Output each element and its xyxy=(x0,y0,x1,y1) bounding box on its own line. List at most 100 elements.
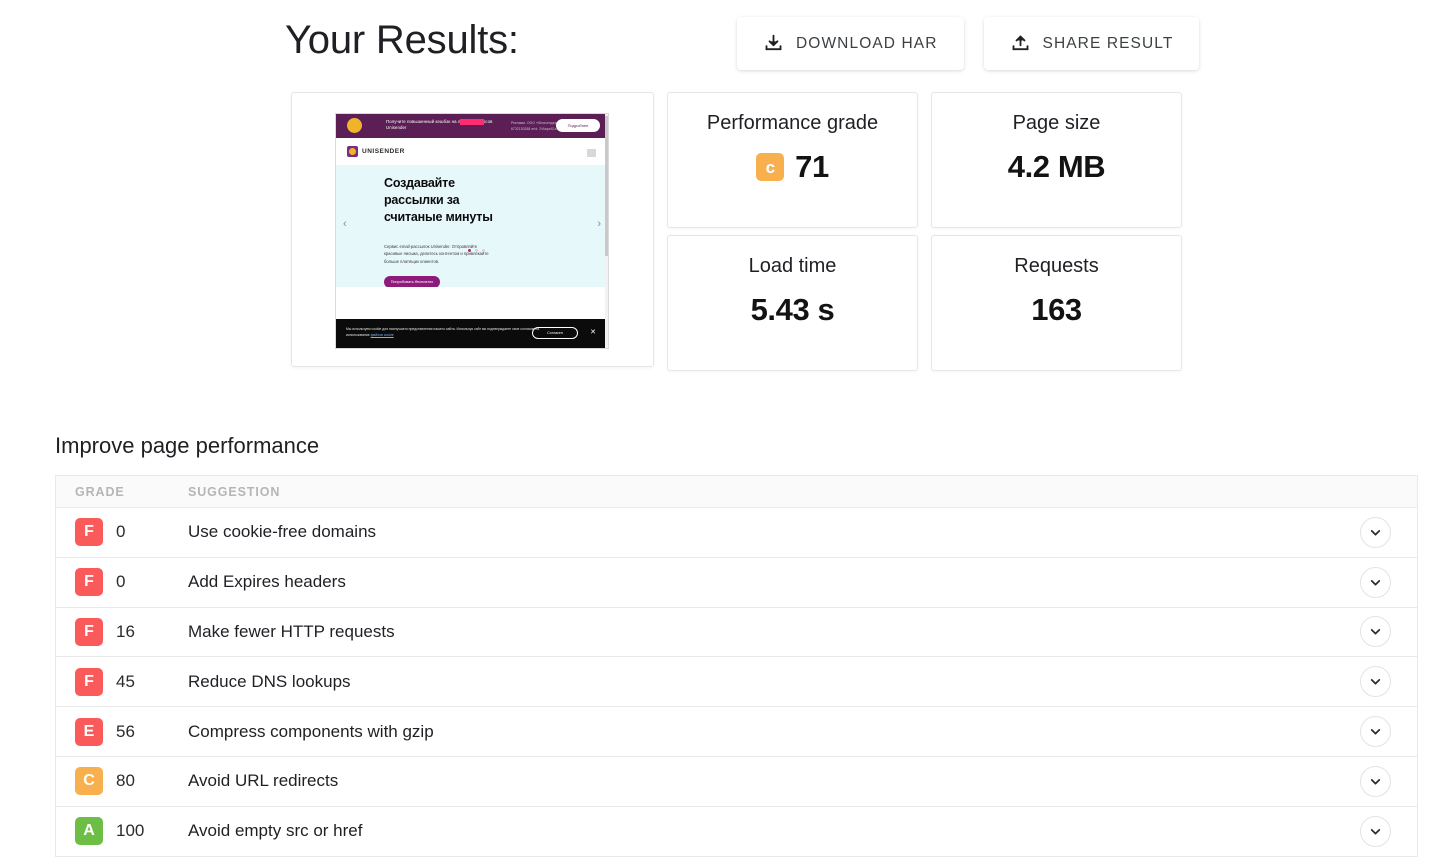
table-row[interactable]: F 45 Reduce DNS lookups xyxy=(56,657,1417,707)
thumb-carousel-prev-icon: ‹ xyxy=(343,219,347,230)
row-grade-cell: A 100 xyxy=(56,817,171,845)
grade-score: 16 xyxy=(116,622,135,642)
page-size-label: Page size xyxy=(932,112,1181,135)
thumb-cookie-accept-button: Согласен xyxy=(532,327,578,339)
thumb-hamburger-icon xyxy=(587,149,596,157)
share-upload-icon xyxy=(1010,33,1031,54)
download-icon xyxy=(763,33,784,54)
chevron-down-icon[interactable] xyxy=(1360,816,1391,847)
chevron-down-icon[interactable] xyxy=(1360,716,1391,747)
performance-grade-number: 71 xyxy=(795,149,829,185)
grade-score: 0 xyxy=(116,522,125,542)
grade-badge: F xyxy=(75,618,103,646)
row-suggestion-text: Reduce DNS lookups xyxy=(171,672,1333,692)
table-row[interactable]: A 100 Avoid empty src or href xyxy=(56,807,1417,857)
thumb-promo-highlight xyxy=(460,119,484,125)
requests-label: Requests xyxy=(932,255,1181,278)
chevron-down-icon[interactable] xyxy=(1360,517,1391,548)
thumb-scrollbar xyxy=(605,114,608,349)
suggestions-section-title: Improve page performance xyxy=(55,433,319,459)
thumb-navbar: UNISENDER xyxy=(336,138,608,165)
stat-card-performance-grade: Performance grade c 71 xyxy=(667,92,918,228)
table-row[interactable]: C 80 Avoid URL redirects xyxy=(56,757,1417,807)
stat-card-load-time: Load time 5.43 s xyxy=(667,235,918,371)
thumb-carousel-dots xyxy=(468,249,485,252)
thumb-body-spacer xyxy=(336,287,608,322)
grade-badge: C xyxy=(75,767,103,795)
row-toggle-cell xyxy=(1333,517,1417,548)
chevron-down-icon[interactable] xyxy=(1360,567,1391,598)
grade-score: 80 xyxy=(116,771,135,791)
load-time-value: 5.43 s xyxy=(668,292,917,328)
thumb-cookie-close-icon: ✕ xyxy=(590,329,596,336)
performance-grade-value-row: c 71 xyxy=(668,149,917,185)
row-grade-cell: F0 xyxy=(56,568,171,596)
row-suggestion-text: Avoid empty src or href xyxy=(171,821,1333,841)
grade-score: 56 xyxy=(116,722,135,742)
site-thumbnail-image: Получите повышенный кешбэк на любой из к… xyxy=(335,113,609,349)
page-title: Your Results: xyxy=(285,14,519,66)
thumb-hero-heading: Создавайте рассылки за считаные минуты xyxy=(384,175,494,226)
table-row[interactable]: E 56 Compress components with gzip xyxy=(56,707,1417,757)
row-grade-cell: F 16 xyxy=(56,618,171,646)
row-grade-cell: C 80 xyxy=(56,767,171,795)
row-toggle-cell xyxy=(1333,567,1417,598)
download-har-button[interactable]: DOWNLOAD HAR xyxy=(737,17,964,70)
row-toggle-cell xyxy=(1333,816,1417,847)
row-suggestion-text: Compress components with gzip xyxy=(171,722,1333,742)
thumb-hero: ‹ › Создавайте рассылки за считаные мину… xyxy=(336,165,608,287)
row-grade-cell: E 56 xyxy=(56,718,171,746)
row-suggestion-text: Use cookie-free domains xyxy=(171,522,1333,542)
suggestions-table: GRADE SUGGESTION F0Use cookie-free domai… xyxy=(55,475,1418,857)
thumb-dot xyxy=(475,249,478,252)
chevron-down-icon[interactable] xyxy=(1360,616,1391,647)
row-toggle-cell xyxy=(1333,716,1417,747)
column-header-suggestion: SUGGESTION xyxy=(171,485,1417,499)
thumb-cookie-banner: Мы используем cookie для наилучшего пред… xyxy=(336,319,608,348)
grade-badge: F xyxy=(75,668,103,696)
row-toggle-cell xyxy=(1333,666,1417,697)
chevron-down-icon[interactable] xyxy=(1360,666,1391,697)
grade-badge: F xyxy=(75,568,103,596)
thumb-promo-bar: Получите повышенный кешбэк на любой из к… xyxy=(336,114,608,138)
thumb-cookie-text: Мы используем cookie для наилучшего пред… xyxy=(346,326,541,338)
row-suggestion-text: Avoid URL redirects xyxy=(171,771,1333,791)
row-toggle-cell xyxy=(1333,766,1417,797)
grade-score: 0 xyxy=(116,572,125,592)
table-row[interactable]: F 16 Make fewer HTTP requests xyxy=(56,608,1417,658)
site-thumbnail-card[interactable]: Получите повышенный кешбэк на любой из к… xyxy=(291,92,654,367)
thumb-brand-label: UNISENDER xyxy=(362,148,405,155)
performance-grade-label: Performance grade xyxy=(668,112,917,135)
row-suggestion-text: Make fewer HTTP requests xyxy=(171,622,1333,642)
share-result-button[interactable]: SHARE RESULT xyxy=(984,17,1200,70)
row-toggle-cell xyxy=(1333,616,1417,647)
thumb-dot xyxy=(482,249,485,252)
row-grade-cell: F 45 xyxy=(56,668,171,696)
thumb-dot-active xyxy=(468,249,471,252)
table-row[interactable]: F0Use cookie-free domains xyxy=(56,508,1417,558)
share-result-label: SHARE RESULT xyxy=(1043,35,1174,53)
grade-score: 45 xyxy=(116,672,135,692)
header-actions: DOWNLOAD HAR SHARE RESULT xyxy=(737,17,1199,70)
performance-grade-badge: c xyxy=(756,153,784,181)
thumb-logo-icon xyxy=(347,146,358,157)
thumb-promo-button: Подробнее xyxy=(556,119,600,132)
requests-value: 163 xyxy=(932,292,1181,328)
chevron-down-icon[interactable] xyxy=(1360,766,1391,797)
grade-badge: E xyxy=(75,718,103,746)
grade-badge: A xyxy=(75,817,103,845)
suggestions-table-header: GRADE SUGGESTION xyxy=(56,476,1417,508)
thumb-hero-subtext: Сервис email-рассылок Unisender. Отправл… xyxy=(384,243,489,265)
load-time-label: Load time xyxy=(668,255,917,278)
row-grade-cell: F0 xyxy=(56,518,171,546)
table-row[interactable]: F0Add Expires headers xyxy=(56,558,1417,608)
stat-card-requests: Requests 163 xyxy=(931,235,1182,371)
page-size-value: 4.2 MB xyxy=(932,149,1181,185)
thumb-promo-circle-icon xyxy=(347,118,362,133)
thumb-carousel-next-icon: › xyxy=(597,219,601,230)
column-header-grade: GRADE xyxy=(56,485,171,499)
grade-score: 100 xyxy=(116,821,144,841)
grade-badge: F xyxy=(75,518,103,546)
thumb-cookie-link: файлов cookie xyxy=(371,333,394,337)
row-suggestion-text: Add Expires headers xyxy=(171,572,1333,592)
